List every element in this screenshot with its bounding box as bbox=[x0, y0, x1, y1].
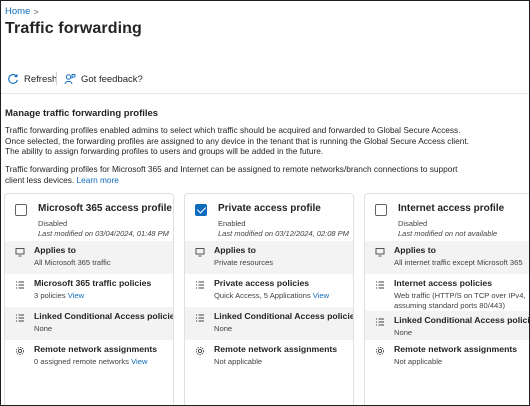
section-label: Remote network assignments bbox=[214, 344, 338, 354]
gear-icon bbox=[375, 346, 385, 356]
section-value: All Microsoft 365 traffic bbox=[34, 258, 111, 267]
applies-to-section: Applies to All Microsoft 365 traffic bbox=[5, 241, 173, 274]
private-access-profile-checkbox[interactable] bbox=[195, 204, 207, 216]
section-value: Not applicable bbox=[394, 357, 443, 366]
manage-profiles-heading: Manage traffic forwarding profiles bbox=[5, 108, 159, 119]
more-options-button[interactable]: ... bbox=[126, 24, 138, 36]
toolbar-divider bbox=[56, 72, 57, 85]
breadcrumb-separator: > bbox=[33, 6, 39, 17]
section-label: Remote network assignments bbox=[34, 344, 158, 354]
feedback-label: Got feedback? bbox=[81, 73, 143, 85]
card-status: Enabled bbox=[218, 219, 246, 228]
conditional-access-section: Linked Conditional Access policies None bbox=[365, 311, 530, 340]
description-line: The ability to assign forwarding profile… bbox=[5, 146, 324, 156]
section-label: Applies to bbox=[214, 245, 256, 255]
internet-access-profile-checkbox[interactable] bbox=[375, 204, 387, 216]
policies-summary: Quick Access, 5 Applications bbox=[214, 291, 311, 300]
card-last-modified: Last modified on not available bbox=[398, 229, 498, 238]
learn-more-link[interactable]: Learn more bbox=[76, 175, 118, 185]
description-line: Once selected, the forwarding profiles a… bbox=[5, 135, 469, 146]
refresh-button[interactable]: Refresh bbox=[7, 73, 57, 85]
section-label: Linked Conditional Access policies bbox=[214, 311, 354, 321]
section-label: Linked Conditional Access policies bbox=[34, 311, 174, 321]
remote-network-section: Remote network assignments Not applicabl… bbox=[185, 340, 353, 373]
remote-networks-description: Traffic forwarding profiles for Microsof… bbox=[5, 164, 525, 185]
applies-to-section: Applies to All internet traffic except M… bbox=[365, 241, 529, 274]
card-title: Internet access profile bbox=[398, 203, 505, 214]
page-title: Traffic forwarding bbox=[5, 20, 142, 37]
refresh-icon bbox=[8, 74, 18, 84]
access-policies-section: Private access policies Quick Access, 5 … bbox=[185, 274, 353, 307]
policies-summary-continued: assuming standard ports 80/443) bbox=[394, 300, 506, 310]
remote-network-section: Remote network assignments Not applicabl… bbox=[365, 340, 529, 373]
section-value: Not applicable bbox=[214, 357, 263, 366]
card-last-modified: Last modified on 03/12/2024, 02:08 PM bbox=[218, 229, 349, 238]
section-label: Internet access policies bbox=[394, 278, 493, 288]
card-last-modified: Last modified on 03/04/2024, 01:48 PM bbox=[38, 229, 169, 238]
card-status: Disabled bbox=[398, 219, 428, 228]
description-line: Traffic forwarding profiles for Microsof… bbox=[5, 164, 458, 174]
feedback-button[interactable]: Got feedback? bbox=[64, 73, 143, 85]
section-label: Private access policies bbox=[214, 278, 310, 288]
description-line: Traffic forwarding profiles enabled admi… bbox=[5, 125, 461, 135]
view-policies-link[interactable]: View bbox=[68, 291, 84, 300]
view-remote-networks-link[interactable]: View bbox=[131, 357, 147, 366]
section-value: None bbox=[394, 328, 413, 337]
m365-profile-card: Microsoft 365 access profile Disabled La… bbox=[4, 193, 174, 405]
view-policies-link[interactable]: View bbox=[313, 291, 329, 300]
section-value: None bbox=[214, 324, 233, 333]
traffic-policies-section: Microsoft 365 traffic policies 3 policie… bbox=[5, 274, 173, 307]
section-label: Applies to bbox=[394, 245, 436, 255]
command-bar: Refresh Got feedback? bbox=[1, 70, 529, 88]
list-icon bbox=[16, 281, 24, 289]
section-value: 3 policies View bbox=[34, 291, 173, 301]
conditional-access-section: Linked Conditional Access policies None bbox=[185, 307, 353, 340]
internet-access-profile-card: Internet access profile Disabled Last mo… bbox=[364, 193, 530, 405]
section-value: None bbox=[34, 324, 53, 333]
list-icon bbox=[16, 314, 24, 322]
policies-summary: Web traffic (HTTP/S on TCP over IPv4, bbox=[394, 291, 526, 300]
monitor-icon bbox=[15, 248, 25, 257]
monitor-icon bbox=[375, 248, 385, 257]
card-title: Microsoft 365 access profile bbox=[38, 203, 172, 214]
breadcrumb-home-link[interactable]: Home bbox=[5, 6, 30, 17]
list-icon bbox=[376, 318, 384, 326]
card-header: Internet access profile Disabled Last mo… bbox=[365, 194, 529, 241]
card-title: Private access profile bbox=[218, 203, 321, 214]
breadcrumb: Home > bbox=[5, 6, 39, 17]
description-line: client less devices. Learn more bbox=[5, 175, 525, 186]
description-text: client less devices. bbox=[5, 174, 75, 185]
section-value: Quick Access, 5 Applications View bbox=[214, 291, 353, 301]
gear-icon bbox=[15, 346, 25, 356]
monitor-icon bbox=[195, 248, 205, 257]
remote-network-section: Remote network assignments 0 assigned re… bbox=[5, 340, 173, 373]
feedback-person-icon bbox=[64, 74, 76, 85]
section-value: 0 assigned remote networks View bbox=[34, 357, 173, 367]
gear-icon bbox=[195, 346, 205, 356]
access-policies-section: Internet access policies Web traffic (HT… bbox=[365, 274, 529, 311]
private-access-profile-card: Private access profile Enabled Last modi… bbox=[184, 193, 354, 405]
m365-profile-checkbox[interactable] bbox=[15, 204, 27, 216]
card-header: Microsoft 365 access profile Disabled La… bbox=[5, 194, 173, 241]
conditional-access-section: Linked Conditional Access policies None bbox=[5, 307, 173, 340]
toolbar-divider-line bbox=[1, 93, 529, 94]
section-value: All internet traffic except Microsoft 36… bbox=[394, 258, 523, 267]
traffic-forwarding-page: Home > Traffic forwarding ... Refresh Go… bbox=[0, 0, 530, 406]
list-icon bbox=[196, 314, 204, 322]
section-label: Applies to bbox=[34, 245, 76, 255]
section-value: Private resources bbox=[214, 258, 274, 267]
card-header: Private access profile Enabled Last modi… bbox=[185, 194, 353, 241]
section-label: Microsoft 365 traffic policies bbox=[34, 278, 152, 288]
list-icon bbox=[376, 281, 384, 289]
section-label: Linked Conditional Access policies bbox=[394, 315, 530, 325]
profiles-description: Traffic forwarding profiles enabled admi… bbox=[5, 125, 525, 157]
list-icon bbox=[196, 281, 204, 289]
card-status: Disabled bbox=[38, 219, 68, 228]
remote-network-count: 0 assigned remote networks bbox=[34, 357, 129, 366]
refresh-label: Refresh bbox=[24, 73, 58, 85]
policies-count: 3 policies bbox=[34, 291, 66, 300]
section-value: Web traffic (HTTP/S on TCP over IPv4, as… bbox=[394, 291, 529, 310]
applies-to-section: Applies to Private resources bbox=[185, 241, 353, 274]
section-label: Remote network assignments bbox=[394, 344, 518, 354]
